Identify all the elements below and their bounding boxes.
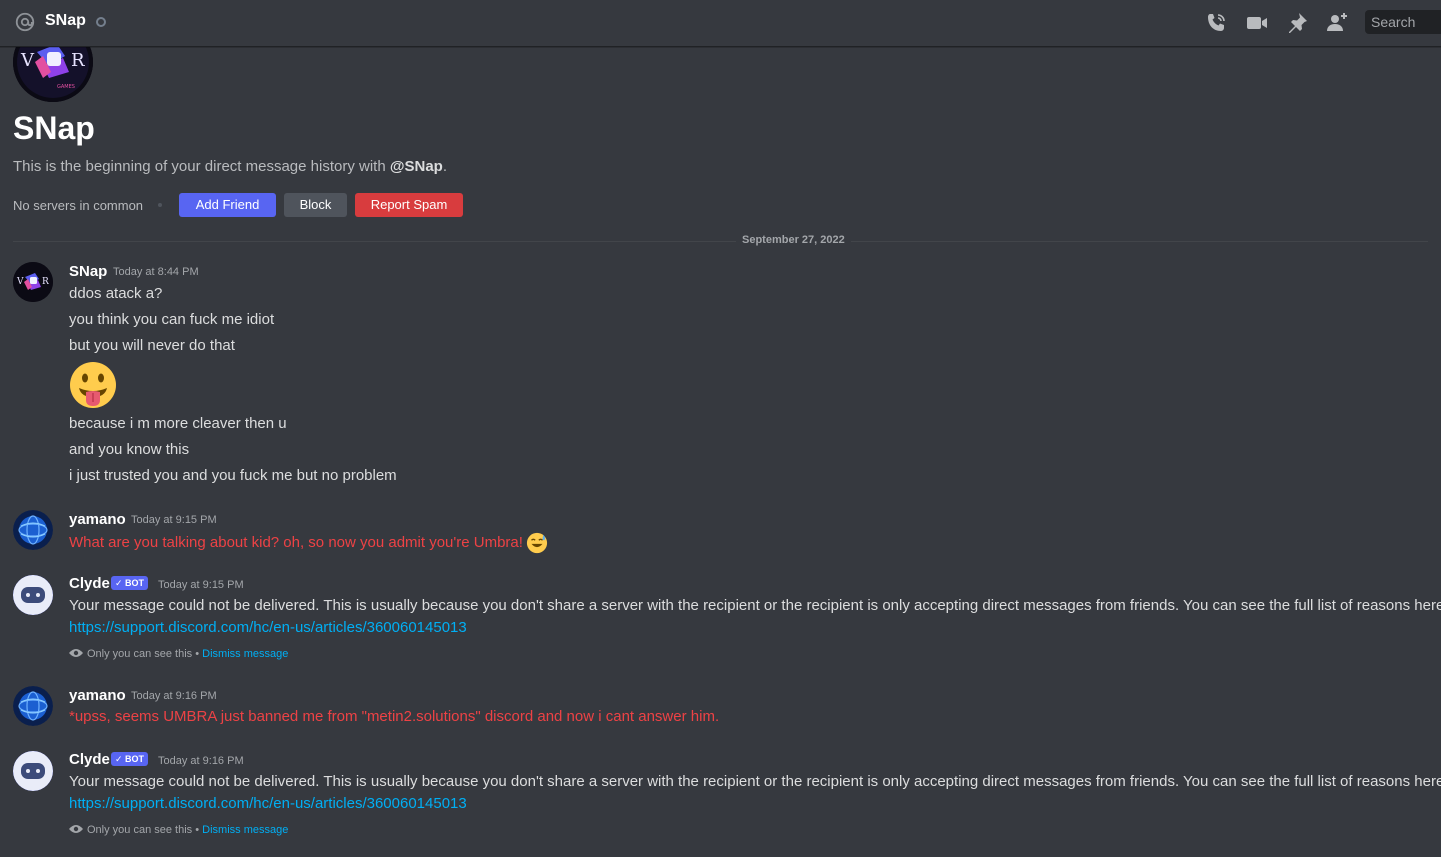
message-link[interactable]: https://support.discord.com/hc/en-us/art… (69, 795, 467, 812)
message-text: but you will never do that (69, 337, 235, 354)
intro-desc-text: This is the beginning of your direct mes… (13, 158, 390, 175)
message-text: ddos atack a? (69, 285, 163, 302)
message-text: i just trusted you and you fuck me but n… (69, 467, 397, 484)
message-timestamp: Today at 9:16 PM (158, 755, 244, 767)
separator-dot (158, 203, 162, 207)
svg-text:R: R (42, 277, 49, 287)
add-member-icon[interactable] (1325, 11, 1349, 35)
message-text: you think you can fuck me idiot (69, 311, 275, 328)
ephemeral-text: Only you can see this • (87, 824, 200, 836)
svg-text:GAMES: GAMES (57, 84, 75, 90)
message-author[interactable]: yamano (69, 687, 126, 704)
message-timestamp: Today at 9:15 PM (158, 579, 244, 591)
message-text: What are you talking about kid? oh, so n… (69, 532, 548, 554)
blue-globe-avatar-icon (13, 510, 53, 550)
message-author[interactable]: SNap (69, 263, 107, 280)
message-timestamp: Today at 9:15 PM (131, 514, 217, 526)
message-text: Your message could not be delivered. Thi… (69, 597, 1441, 614)
add-friend-button[interactable]: Add Friend (179, 193, 276, 217)
avatar[interactable] (13, 575, 53, 615)
svg-text:R: R (71, 50, 85, 71)
blue-globe-avatar-icon (13, 686, 53, 726)
mutual-servers-label: No servers in common (13, 198, 144, 213)
tongue-out-emoji-icon (70, 362, 116, 408)
message-author[interactable]: Clyde (69, 575, 110, 592)
pin-icon[interactable] (1285, 11, 1309, 35)
intro-description: This is the beginning of your direct mes… (13, 158, 447, 175)
voice-call-icon[interactable] (1204, 11, 1228, 35)
eye-icon (69, 648, 83, 658)
bot-badge-label: BOT (125, 578, 145, 588)
message-author[interactable]: yamano (69, 511, 126, 528)
message-text: and you know this (69, 441, 190, 458)
bot-badge: ✓ BOT (111, 752, 149, 766)
eye-icon (69, 824, 83, 834)
message-author[interactable]: Clyde (69, 751, 110, 768)
vr-games-logo: V R (13, 262, 53, 302)
report-spam-button[interactable]: Report Spam (355, 193, 463, 217)
intro-desc-suffix: . (442, 158, 447, 175)
date-divider-label: September 27, 2022 (736, 234, 851, 246)
clyde-bot-icon (13, 751, 53, 791)
ephemeral-text: Only you can see this • (87, 648, 200, 660)
avatar[interactable]: V R (13, 262, 53, 302)
ephemeral-note: Only you can see this • Dismiss message (69, 824, 288, 836)
user-mention[interactable]: @SNap (390, 158, 443, 175)
at-icon (15, 12, 35, 32)
message-timestamp: Today at 8:44 PM (113, 266, 199, 278)
channel-title[interactable]: SNap (45, 12, 86, 30)
dismiss-message-link[interactable]: Dismiss message (202, 824, 288, 836)
clyde-bot-icon (13, 575, 53, 615)
svg-text:V: V (20, 50, 35, 71)
message-text: Your message could not be delivered. Thi… (69, 773, 1441, 790)
video-call-icon[interactable] (1245, 11, 1269, 35)
avatar[interactable] (13, 751, 53, 791)
message-link[interactable]: https://support.discord.com/hc/en-us/art… (69, 619, 467, 636)
bot-badge-label: BOT (125, 754, 145, 764)
avatar[interactable] (13, 510, 53, 550)
message-text: because i m more cleaver then u (69, 415, 287, 432)
dismiss-message-link[interactable]: Dismiss message (202, 648, 288, 660)
ephemeral-note: Only you can see this • Dismiss message (69, 648, 288, 660)
bot-badge: ✓ BOT (111, 576, 149, 590)
date-divider (13, 241, 1428, 242)
message-timestamp: Today at 9:16 PM (131, 690, 217, 702)
block-button[interactable]: Block (284, 193, 347, 217)
status-icon (96, 17, 106, 27)
sweat-smile-emoji-icon (526, 532, 548, 554)
message-text-content: What are you talking about kid? oh, so n… (69, 533, 523, 551)
profile-name: SNap (13, 110, 95, 146)
channel-header: SNap Search (0, 0, 1441, 47)
avatar[interactable] (13, 686, 53, 726)
message-text: *upss, seems UMBRA just banned me from "… (69, 708, 720, 725)
svg-text:V: V (16, 277, 24, 287)
search-input[interactable]: Search (1365, 10, 1441, 34)
